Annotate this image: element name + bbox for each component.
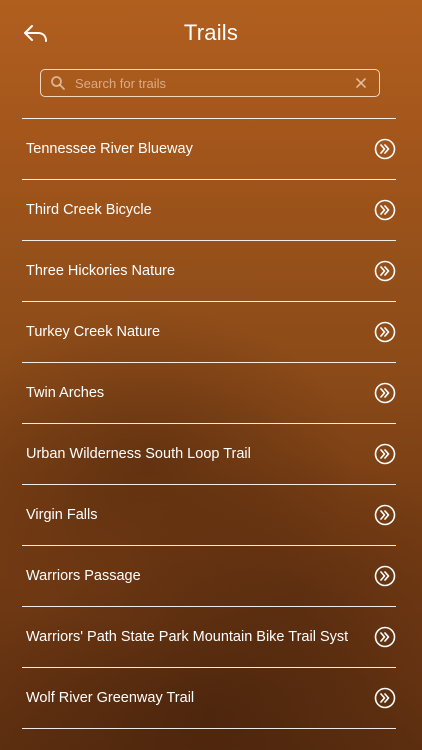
chevron-right-double-icon [374, 504, 396, 526]
list-item[interactable]: Warriors' Path State Park Mountain Bike … [22, 607, 396, 668]
list-item[interactable]: Third Creek Bicycle [22, 180, 396, 241]
chevron-right-double-icon [374, 321, 396, 343]
search-bar [40, 69, 380, 97]
chevron-right-double-icon [374, 199, 396, 221]
list-item[interactable]: Wolf River Greenway Trail [22, 668, 396, 729]
chevron-right-double-icon [374, 626, 396, 648]
chevron-right-double-icon [374, 260, 396, 282]
page-title: Trails [183, 20, 239, 45]
trail-name: Third Creek Bicycle [26, 202, 152, 218]
header-bar: Trails [0, 0, 422, 64]
list-item[interactable]: Turkey Creek Nature [22, 302, 396, 363]
trail-list: Tennessee River Blueway Third Creek Bicy… [22, 118, 396, 729]
chevron-right-double-icon [374, 565, 396, 587]
trail-name: Turkey Creek Nature [26, 324, 161, 340]
list-item[interactable]: Urban Wilderness South Loop Trail [22, 424, 396, 485]
list-item[interactable]: Twin Arches [22, 363, 396, 424]
trails-screen: Trails Tennessee River Blueway Third Cre… [0, 0, 422, 750]
trail-name: Twin Arches [26, 385, 105, 401]
search-input[interactable] [66, 71, 349, 95]
search-icon [51, 76, 65, 90]
trail-name: Warriors Passage [26, 568, 141, 584]
list-item[interactable]: Warriors Passage [22, 546, 396, 607]
chevron-right-double-icon [374, 382, 396, 404]
trail-name: Urban Wilderness South Loop Trail [26, 446, 251, 462]
trail-name: Warriors' Path State Park Mountain Bike … [26, 629, 349, 645]
trail-name: Virgin Falls [26, 507, 98, 523]
trail-name: Tennessee River Blueway [26, 141, 193, 157]
trail-name: Three Hickories Nature [26, 263, 176, 279]
list-item[interactable]: Three Hickories Nature [22, 241, 396, 302]
chevron-right-double-icon [374, 443, 396, 465]
list-item[interactable]: Virgin Falls [22, 485, 396, 546]
list-item[interactable]: Tennessee River Blueway [22, 119, 396, 180]
trail-name: Wolf River Greenway Trail [26, 690, 195, 706]
clear-icon [356, 78, 366, 88]
chevron-right-double-icon [374, 687, 396, 709]
clear-search-button[interactable] [349, 71, 373, 95]
chevron-right-double-icon [374, 138, 396, 160]
